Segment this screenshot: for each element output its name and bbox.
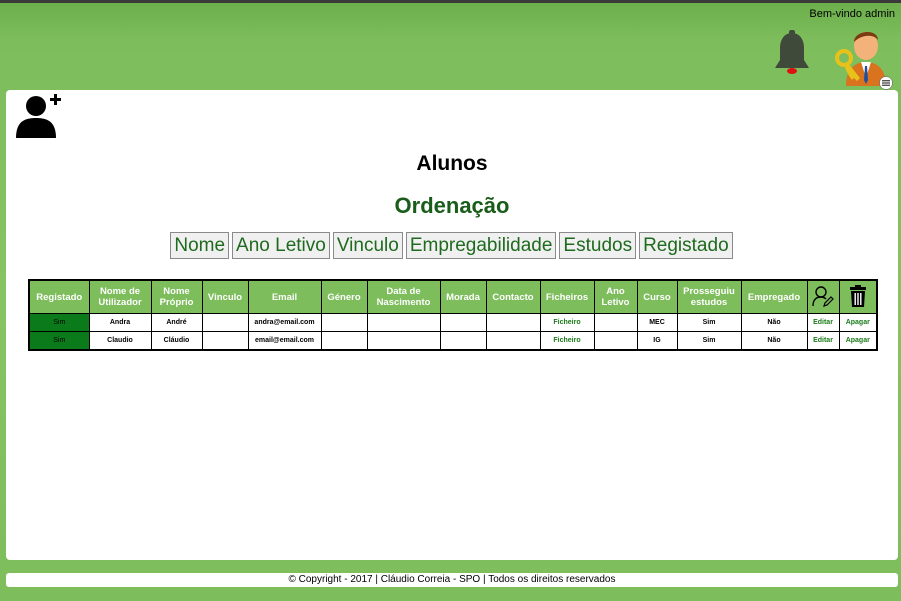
column-header: Morada <box>439 279 487 314</box>
birthdate-cell <box>366 313 441 332</box>
footer-copyright: © Copyright - 2017 | Cláudio Correia - S… <box>6 573 898 587</box>
sort-by-vinculo-button[interactable]: Vinculo <box>332 232 403 259</box>
email-cell: email@email.com <box>247 331 322 351</box>
sort-by-ano-letivo-button[interactable]: Ano Letivo <box>232 232 330 259</box>
address-cell <box>439 331 487 351</box>
table-row: Sim Claudio Cláudio email@email.com Fich… <box>28 331 878 351</box>
name-cell: André <box>150 313 203 332</box>
trash-icon <box>849 284 866 307</box>
sort-by-empregabilidade-button[interactable]: Empregabilidade <box>405 232 557 259</box>
column-header: Prosseguiu estudos <box>676 279 742 314</box>
school-year-cell <box>593 331 638 351</box>
bell-icon[interactable] <box>770 30 814 78</box>
registered-cell: Sim <box>28 331 90 351</box>
delete-column-header <box>838 279 878 314</box>
course-cell: MEC <box>636 313 678 332</box>
delete-link[interactable]: Apagar <box>838 331 878 351</box>
file-link[interactable]: Ficheiro <box>539 313 595 332</box>
registered-cell: Sim <box>28 313 90 332</box>
table-header-row: Registado Nome de Utilizador Nome Própri… <box>28 279 878 314</box>
employed-cell: Não <box>740 313 808 332</box>
username-cell: Claudio <box>88 331 152 351</box>
add-user-icon[interactable] <box>14 92 70 140</box>
edit-link[interactable]: Editar <box>806 331 840 351</box>
username-cell: Andra <box>88 313 152 332</box>
page-title: Alunos <box>416 152 488 175</box>
menu-icon[interactable] <box>879 76 893 90</box>
gender-cell <box>320 331 368 351</box>
column-header: Nome de Utilizador <box>88 279 152 314</box>
column-header: Contacto <box>485 279 541 314</box>
continued-studies-cell: Sim <box>676 313 742 332</box>
continued-studies-cell: Sim <box>676 331 742 351</box>
address-cell <box>439 313 487 332</box>
vinculo-cell <box>201 331 249 351</box>
students-table: Registado Nome de Utilizador Nome Própri… <box>28 279 878 351</box>
column-header: Registado <box>28 279 90 314</box>
sort-heading: Ordenação <box>394 193 510 218</box>
email-cell: andra@email.com <box>247 313 322 332</box>
sort-buttons: Nome Ano Letivo Vinculo Empregabilidade Estu… <box>6 232 898 259</box>
file-link[interactable]: Ficheiro <box>539 331 595 351</box>
column-header: Curso <box>636 279 678 314</box>
column-header: Género <box>320 279 368 314</box>
school-year-cell <box>593 313 638 332</box>
column-header: Email <box>247 279 322 314</box>
column-header: Ficheiros <box>539 279 595 314</box>
course-cell: IG <box>636 331 678 351</box>
name-cell: Cláudio <box>150 331 203 351</box>
gender-cell <box>320 313 368 332</box>
vinculo-cell <box>201 313 249 332</box>
top-border <box>0 0 901 3</box>
table-row: Sim Andra André andra@email.com Ficheiro… <box>28 313 878 332</box>
sort-by-nome-button[interactable]: Nome <box>170 232 230 259</box>
sort-by-estudos-button[interactable]: Estudos <box>559 232 637 259</box>
main-panel: Alunos Ordenação Nome Ano Letivo Vinculo Em… <box>6 90 898 560</box>
column-header: Data de Nascimento <box>366 279 441 314</box>
sort-by-registado-button[interactable]: Registado <box>639 232 733 259</box>
edit-link[interactable]: Editar <box>806 313 840 332</box>
column-header: Empregado <box>740 279 808 314</box>
column-header: Vinculo <box>201 279 249 314</box>
edit-column-header <box>806 279 840 314</box>
column-header: Ano Letivo <box>593 279 638 314</box>
delete-link[interactable]: Apagar <box>838 313 878 332</box>
birthdate-cell <box>366 331 441 351</box>
employed-cell: Não <box>740 331 808 351</box>
edit-user-icon <box>812 285 834 307</box>
contact-cell <box>485 331 541 351</box>
contact-cell <box>485 313 541 332</box>
column-header: Nome Próprio <box>150 279 203 314</box>
